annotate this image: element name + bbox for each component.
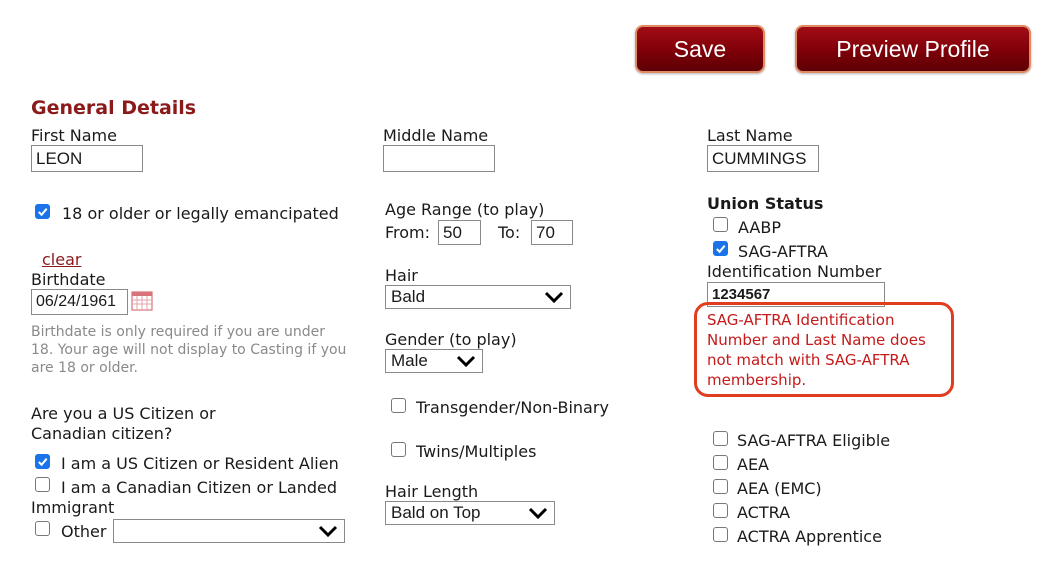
age-to-input[interactable]: 70 [531, 220, 573, 245]
check-icon [716, 245, 726, 254]
actra-label: ACTRA [737, 503, 791, 522]
hair-length-value: Bald on Top [391, 503, 481, 522]
first-name-label: First Name [31, 126, 117, 145]
actra-checkbox[interactable] [713, 503, 728, 518]
chevron-down-icon [318, 525, 338, 538]
citizen-us-label: I am a US Citizen or Resident Alien [61, 454, 339, 473]
check-icon [38, 458, 48, 467]
check-icon [38, 208, 48, 217]
middle-name-label: Middle Name [383, 126, 489, 145]
citizen-us-checkbox[interactable] [35, 454, 50, 469]
hair-length-label: Hair Length [385, 482, 479, 501]
chevron-down-icon [544, 291, 564, 304]
age-to-label: To: [498, 223, 521, 242]
citizen-other-label: Other [61, 522, 107, 541]
last-name-label: Last Name [707, 126, 793, 145]
chevron-down-icon [456, 355, 476, 368]
hair-value: Bald [391, 287, 426, 306]
birthdate-note: Birthdate is only required if you are un… [31, 324, 347, 376]
calendar-icon[interactable] [131, 291, 153, 311]
sag-aftra-eligible-checkbox[interactable] [713, 431, 728, 446]
sag-aftra-label: SAG-AFTRA [738, 242, 828, 261]
citizen-question: Are you a US Citizen or Canadian citizen… [31, 404, 216, 443]
identification-number-label: Identification Number [707, 262, 882, 281]
union-status-title: Union Status [707, 194, 824, 213]
sag-aftra-eligible-label: SAG-AFTRA Eligible [737, 431, 891, 450]
aea-emc-checkbox[interactable] [713, 479, 728, 494]
aabp-label: AABP [738, 218, 781, 237]
aea-checkbox[interactable] [713, 455, 728, 470]
transgender-label: Transgender/Non-Binary [416, 398, 609, 417]
aea-label: AEA [737, 455, 769, 474]
aabp-checkbox[interactable] [713, 217, 728, 232]
age-from-input[interactable]: 50 [438, 220, 481, 245]
age-from-label: From: [385, 223, 431, 242]
gender-label: Gender (to play) [385, 330, 517, 349]
hair-length-select[interactable]: Bald on Top [385, 501, 555, 525]
citizen-other-checkbox[interactable] [35, 521, 50, 536]
save-button[interactable]: Save [635, 25, 765, 73]
aea-emc-label: AEA (EMC) [737, 479, 822, 498]
actra-apprentice-checkbox[interactable] [713, 527, 728, 542]
error-message: SAG-AFTRA Identification Number and Last… [707, 311, 926, 389]
transgender-checkbox[interactable] [391, 398, 406, 413]
twins-checkbox[interactable] [391, 442, 406, 457]
actra-apprentice-label: ACTRA Apprentice [737, 527, 882, 546]
middle-name-input[interactable] [383, 145, 495, 172]
adult-label: 18 or older or legally emancipated [62, 204, 339, 223]
clear-link[interactable]: clear [42, 250, 81, 269]
birthdate-input[interactable]: 06/24/1961 [31, 289, 128, 315]
citizen-ca-label: I am a Canadian Citizen or Landed Immigr… [31, 478, 337, 517]
gender-value: Male [391, 351, 428, 370]
citizen-other-select[interactable] [113, 519, 345, 543]
chevron-down-icon [528, 507, 548, 520]
preview-profile-button[interactable]: Preview Profile [795, 25, 1031, 73]
hair-select[interactable]: Bald [385, 285, 571, 309]
birthdate-label: Birthdate [31, 270, 106, 289]
twins-label: Twins/Multiples [416, 442, 537, 461]
sag-aftra-checkbox[interactable] [713, 241, 728, 256]
first-name-input[interactable]: LEON [31, 145, 143, 172]
age-range-label: Age Range (to play) [385, 200, 545, 219]
gender-select[interactable]: Male [385, 349, 483, 373]
section-title-general: General Details [31, 97, 197, 119]
adult-checkbox[interactable] [35, 204, 50, 219]
last-name-input[interactable]: CUMMINGS [707, 145, 819, 172]
hair-label: Hair [385, 266, 418, 285]
